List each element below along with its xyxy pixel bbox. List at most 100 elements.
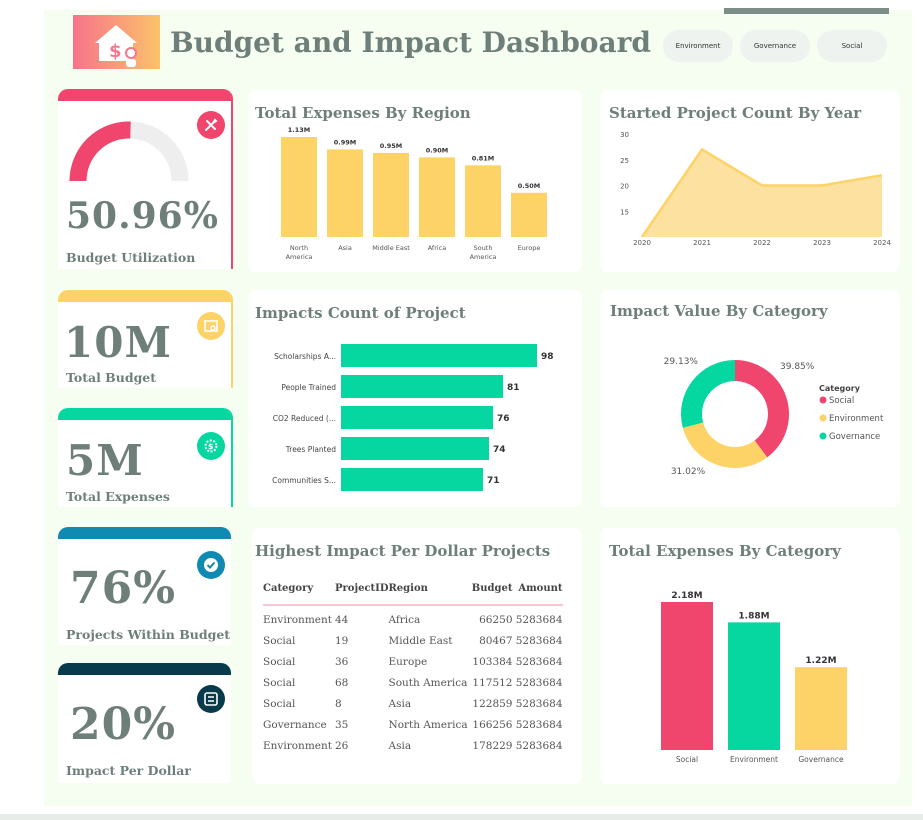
category-bar[interactable] <box>795 667 847 750</box>
table-cell: 26 <box>335 739 349 752</box>
year-x-tick: 2020 <box>633 239 651 247</box>
table-row[interactable]: Social 36 Europe 103384 5283684 <box>263 651 563 672</box>
gear-badge-icon: $ <box>197 432 225 460</box>
table-column-header[interactable]: Budget <box>471 583 513 605</box>
legend-marker <box>819 396 827 404</box>
donut-slice-governance[interactable] <box>681 360 735 428</box>
table-column-header[interactable]: Amount <box>513 583 562 605</box>
chart-projects-by-year: 15 20 25 30 2020 2021 2022 2023 2024 <box>620 131 891 247</box>
table-cell: Social <box>263 655 296 668</box>
table-row[interactable]: Environment 26 Asia 178229 5283684 <box>263 735 563 756</box>
impact-per-dollar-label: Impact Per Dollar <box>66 763 191 778</box>
category-bar-label: 1.22M <box>805 656 836 666</box>
table-cell: 122859 <box>472 697 513 710</box>
projects-within-budget-label: Projects Within Budget <box>66 627 231 642</box>
category-bar[interactable] <box>661 602 713 750</box>
category-bar[interactable] <box>728 622 780 750</box>
top-scroll-indicator <box>724 8 889 14</box>
region-axis-label: Europe <box>518 244 541 252</box>
table-cell: 66250 <box>479 613 513 626</box>
table-cell: Africa <box>388 613 421 626</box>
region-bar-label: 1.13M <box>288 126 311 134</box>
legend-item[interactable]: Social <box>829 396 854 406</box>
table-cell: Environment <box>263 739 332 752</box>
impact-bar[interactable] <box>341 437 489 460</box>
region-bar[interactable] <box>511 192 547 237</box>
table-title: Highest Impact Per Dollar Projects <box>255 542 551 560</box>
table-column-header[interactable]: Category <box>263 583 335 605</box>
impact-bar[interactable] <box>341 344 537 367</box>
bottom-scrollbar[interactable] <box>0 814 923 820</box>
budget-utilization-gauge <box>69 121 189 182</box>
table-cell: Asia <box>388 697 412 710</box>
table-row[interactable]: Social 68 South America 117512 5283684 <box>263 672 563 693</box>
category-axis-label: Social <box>676 755 698 764</box>
region-bar[interactable] <box>281 137 317 237</box>
table-cell: 5283684 <box>515 676 563 689</box>
budget-utilization-value: 50.96% <box>66 195 219 237</box>
filter-environment[interactable]: Environment <box>663 30 733 62</box>
category-axis-label: Governance <box>798 755 844 764</box>
impact-per-dollar-value: 20% <box>70 699 177 750</box>
page-title: Budget and Impact Dashboard <box>170 26 651 59</box>
table-cell: Governance <box>263 718 327 731</box>
table-cell: 35 <box>335 718 349 731</box>
table-cell: 68 <box>335 676 349 689</box>
donut-slice-environment[interactable] <box>682 422 768 468</box>
category-axis-label: Environment <box>730 755 778 764</box>
table-cell: Environment <box>263 613 332 626</box>
impact-category-label: Trees Planted <box>285 445 336 454</box>
total-expenses-label: Total Expenses <box>66 489 170 504</box>
legend-item[interactable]: Environment <box>829 414 884 424</box>
year-y-tick: 20 <box>620 183 629 191</box>
legend-item[interactable]: Governance <box>829 432 880 442</box>
transfer-icon <box>197 685 225 713</box>
calendar-search-icon <box>197 312 225 340</box>
year-area[interactable] <box>642 149 882 237</box>
total-budget-value: 10M <box>64 318 172 367</box>
region-bar[interactable] <box>327 149 363 237</box>
table-cell: 5283684 <box>515 613 563 626</box>
table-cell: 103384 <box>472 655 513 668</box>
table-cell: Social <box>263 676 296 689</box>
total-budget-label: Total Budget <box>66 370 157 385</box>
impact-category-label: People Trained <box>281 383 336 392</box>
logo: $ <box>73 15 160 69</box>
impact-bar[interactable] <box>341 468 483 491</box>
year-x-tick: 2023 <box>813 239 831 247</box>
legend-marker <box>819 432 827 440</box>
table-column-header[interactable]: Region <box>389 583 471 605</box>
year-y-tick: 25 <box>620 157 629 165</box>
kpi-budget-utilization: 50.96% Budget Utilization <box>58 89 233 269</box>
table-row[interactable]: Social 8 Asia 122859 5283684 <box>263 693 563 714</box>
table-cell: 8 <box>335 697 342 710</box>
table-row[interactable]: Social 19 Middle East 80467 5283684 <box>263 630 563 651</box>
card-expenses-by-region: Total Expenses By Region 1.13M North Ameri… <box>248 90 582 272</box>
kpi-total-budget: 10M Total Budget <box>58 290 233 388</box>
impact-bar[interactable] <box>341 375 503 398</box>
filter-governance[interactable]: Governance <box>740 30 810 62</box>
table-cell: South America <box>388 676 468 689</box>
table-column-header[interactable]: ProjectID <box>335 583 389 605</box>
highest-impact-table: Category ProjectID Region Budget Amount Envi… <box>263 583 563 756</box>
impact-value-label: 76 <box>497 414 510 424</box>
year-x-tick: 2024 <box>873 239 891 247</box>
table-cell: 44 <box>335 613 349 626</box>
check-icon <box>197 551 225 579</box>
region-bar[interactable] <box>465 165 501 237</box>
donut-slice-social[interactable] <box>735 360 789 458</box>
region-bar[interactable] <box>419 157 455 237</box>
legend-title: Category <box>819 384 861 393</box>
table-cell: 80467 <box>479 634 513 647</box>
impact-bar[interactable] <box>341 406 493 429</box>
card-highest-impact-table: Highest Impact Per Dollar Projects Categ… <box>252 528 582 784</box>
table-cell: 19 <box>335 634 349 647</box>
region-bar[interactable] <box>373 152 409 237</box>
category-bar-label: 2.18M <box>671 591 702 601</box>
table-row[interactable]: Environment 44 Africa 66250 5283684 <box>263 605 563 630</box>
filter-social[interactable]: Social <box>817 30 887 62</box>
table-row[interactable]: Governance 35 North America 166256 5283684 <box>263 714 563 735</box>
chart-expenses-by-category: 2.18M Social 1.88M Environment 1.22M Governan… <box>661 591 847 764</box>
region-axis-label: North <box>290 244 308 252</box>
table-cell: Europe <box>388 655 428 668</box>
